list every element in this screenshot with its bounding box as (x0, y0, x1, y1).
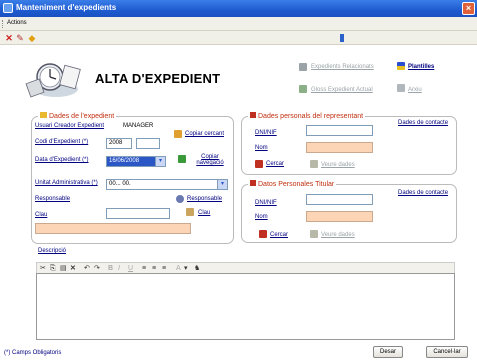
archive-link[interactable]: Arxiu (408, 87, 422, 93)
holder-name-input[interactable] (306, 211, 373, 222)
representative-name-input[interactable] (306, 142, 373, 153)
paste-icon[interactable]: ▤ (60, 264, 67, 273)
close-x-icon[interactable]: ✕ (4, 33, 14, 43)
app-icon (3, 3, 13, 13)
code-label: Codi d'Expedient (*) (35, 139, 89, 145)
representative-search-button[interactable]: Cercar (266, 161, 284, 167)
date-label: Data d'Expedient (*) (35, 157, 89, 163)
expedient-clock-icon (25, 63, 81, 98)
holder-legend: Datos Personales Titular (248, 180, 337, 188)
search-person-icon (259, 230, 267, 238)
diamond-icon[interactable]: ◆ (27, 33, 37, 43)
page-title: ALTA D'EXPEDIENT (95, 71, 221, 86)
toolbar-marker (340, 34, 344, 42)
pencil-icon[interactable]: ✎ (15, 33, 25, 43)
undo-icon[interactable]: ↶ (84, 264, 90, 273)
representative-dni-input[interactable] (306, 125, 373, 136)
key-label: Clau (35, 212, 48, 218)
current-expedient-link[interactable]: Gloss Expedient Actual (311, 87, 373, 93)
menu-actions[interactable]: Actions (7, 20, 27, 26)
person-card-icon (250, 180, 256, 186)
bold-icon[interactable]: B (108, 264, 113, 273)
representative-contact-link[interactable]: Dades de contacte (398, 120, 448, 126)
templates-icon (397, 62, 405, 70)
unit-label: Unitat Administrativa (*) (35, 180, 98, 186)
holder-dni-input[interactable] (306, 194, 373, 205)
representative-view-data-link[interactable]: Veure dades (321, 162, 355, 168)
date-value: 16/06/2008 (109, 158, 140, 164)
representative-name-label: Nom (255, 145, 268, 151)
find-icon[interactable]: ♞ (194, 264, 200, 273)
responsible-link[interactable]: Responsable (187, 196, 222, 202)
align-center-icon[interactable]: ≡ (152, 264, 156, 273)
menubar-grip (2, 20, 4, 28)
menubar: Actions (0, 17, 477, 31)
unit-select[interactable]: 00... 00. ▾ (106, 179, 228, 190)
key-link[interactable]: Clau (198, 210, 210, 216)
holder-view-data-link[interactable]: Veure dades (321, 232, 355, 238)
save-button[interactable]: Desar (373, 346, 403, 358)
unit-value: 00... 00. (109, 181, 131, 187)
templates-link[interactable]: Plantilles (408, 64, 434, 70)
view-data-icon (310, 160, 318, 168)
person-card-icon (250, 112, 256, 118)
code-number-input[interactable] (136, 138, 160, 149)
key-description-field[interactable] (35, 223, 191, 234)
window-titlebar: Manteniment d'expedients × (0, 0, 477, 17)
related-expedients-icon (299, 63, 307, 71)
search-person-icon (255, 160, 263, 168)
holder-dni-label: DNI/NIF (255, 200, 277, 206)
person-icon (176, 195, 184, 203)
copy-navigating-icon (178, 155, 186, 163)
align-left-icon[interactable]: ≡ (142, 264, 146, 273)
description-label: Descripció (38, 248, 67, 254)
holder-legend-text: Datos Personales Titular (258, 181, 335, 188)
date-select[interactable]: 16/06/2008 ▾ (106, 156, 166, 167)
representative-dni-label: DNI/NIF (255, 130, 277, 136)
required-fields-note: (*) Camps Obligatoris (4, 350, 62, 356)
chevron-down-icon: ▾ (155, 157, 165, 166)
view-data-icon (310, 230, 318, 238)
font-color-icon[interactable]: A (176, 264, 181, 273)
code-year-input[interactable]: 2008 (106, 138, 132, 149)
key-icon (186, 208, 194, 216)
chevron-down-icon[interactable]: ▾ (184, 264, 188, 273)
holder-name-label: Nom (255, 214, 268, 220)
toolbar: ✕ ✎ ◆ (0, 31, 477, 45)
cancel-button[interactable]: Cancel·lar (426, 346, 468, 358)
cut-icon[interactable]: ✂ (40, 264, 46, 273)
current-expedient-icon (299, 85, 307, 93)
redo-icon[interactable]: ↷ (94, 264, 100, 273)
responsible-label: Responsable (35, 196, 71, 202)
description-editor[interactable] (36, 273, 455, 340)
folder-icon (40, 112, 47, 118)
align-right-icon[interactable]: ≡ (162, 264, 166, 273)
key-input[interactable] (106, 208, 170, 219)
expedient-legend: Dades de l'expedient (38, 112, 117, 120)
underline-icon[interactable]: U (128, 264, 133, 273)
window-close-button[interactable]: × (462, 2, 475, 15)
delete-icon[interactable]: ✕ (70, 264, 76, 273)
creator-label[interactable]: Usuari Creador Expedient (35, 123, 104, 129)
window-title: Manteniment d'expedients (16, 3, 117, 12)
chevron-down-icon: ▾ (217, 180, 227, 189)
italic-icon[interactable]: I (118, 264, 120, 273)
representative-legend: Dades personals del representant (248, 112, 366, 120)
copy-search-link[interactable]: Copiar cercant (185, 131, 224, 137)
creator-value: MANAGER (123, 123, 154, 129)
copy-search-icon (174, 130, 182, 138)
holder-contact-link[interactable]: Dades de contacte (398, 190, 448, 196)
holder-search-button[interactable]: Cercar (270, 232, 288, 238)
related-expedients-link[interactable]: Expedients Relacionats (311, 64, 374, 70)
expedient-legend-text: Dades de l'expedient (49, 113, 115, 120)
copy-navigating-link[interactable]: Copiar navegació (190, 154, 230, 166)
representative-legend-text: Dades personals del representant (258, 113, 364, 120)
archive-icon (397, 84, 405, 92)
copy-icon[interactable]: ⎘ (50, 264, 56, 273)
